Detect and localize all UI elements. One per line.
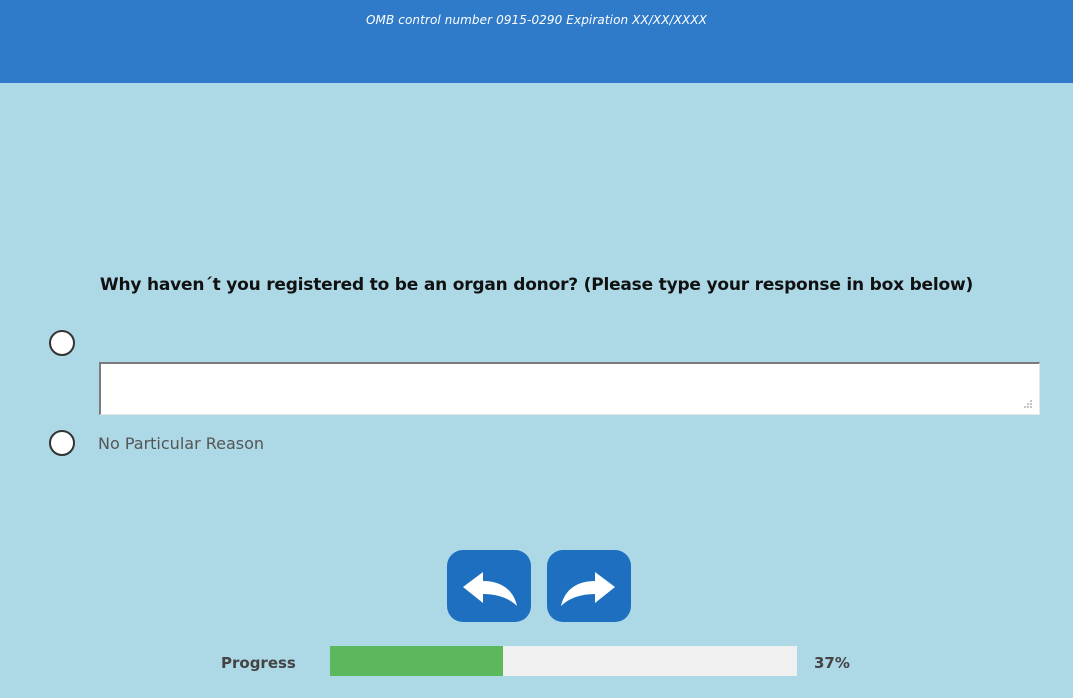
question-text: Why haven´t you registered to be an orga… xyxy=(99,275,974,295)
progress-bar xyxy=(330,646,797,676)
no-particular-reason-radio[interactable] xyxy=(49,430,75,456)
progress-bar-fill xyxy=(330,646,503,676)
response-textbox[interactable] xyxy=(99,362,1040,415)
other-reason-radio[interactable] xyxy=(49,330,75,356)
progress-label: Progress xyxy=(221,654,296,672)
resize-grip-icon[interactable] xyxy=(1021,397,1033,409)
back-arrow-icon xyxy=(463,572,517,606)
back-button[interactable] xyxy=(447,550,531,622)
progress-percent: 37% xyxy=(814,654,850,672)
no-particular-reason-label: No Particular Reason xyxy=(98,434,265,453)
next-button[interactable] xyxy=(547,550,631,622)
header-bar: OMB control number 0915-0290 Expiration … xyxy=(0,0,1073,83)
omb-control-text: OMB control number 0915-0290 Expiration … xyxy=(366,13,707,27)
forward-arrow-icon xyxy=(561,572,615,606)
